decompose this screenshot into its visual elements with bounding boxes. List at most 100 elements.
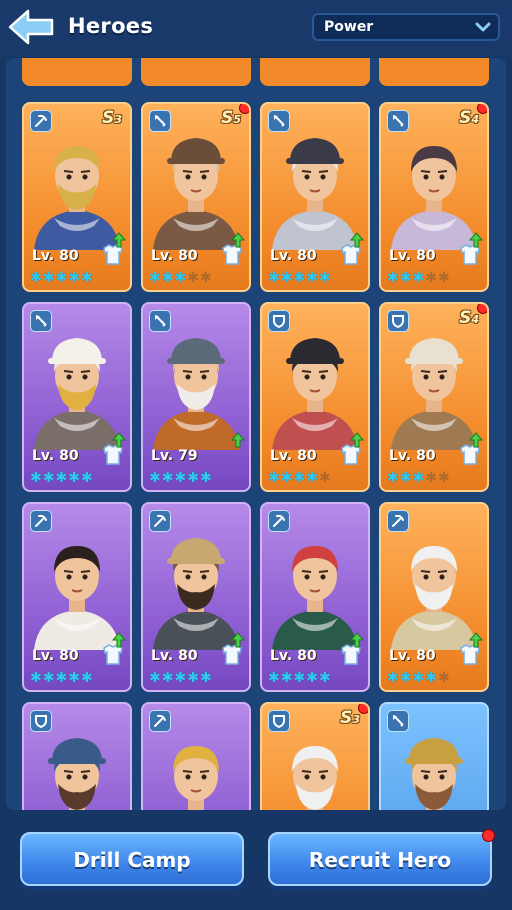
upgrade-arrow-icon [469,432,483,448]
bow-icon [30,310,52,332]
star-icon: ✱ [68,470,80,486]
star-icon: ✱ [437,270,450,286]
hero-card[interactable]: Lv. 80 ✱ ✱ ✱ ✱ ✱ [22,502,132,692]
upgrade-arrow-icon [112,432,126,448]
star-icon: ✱ [268,670,280,686]
star-icon: ✱ [268,270,280,286]
pickaxe-icon [30,110,52,132]
star-icon: ✱ [293,270,306,286]
star-icon: ✱ [187,670,199,686]
star-icon: ✱ [161,470,174,486]
hero-portrait [143,122,249,250]
star-icon: ✱ [268,470,280,486]
hero-card[interactable]: Lv. 80 ✱ ✱ ✱ ✱ ✱ [260,302,370,492]
star-icon: ✱ [199,270,212,286]
hero-level: Lv. 80 [389,448,436,464]
star-rating: ✱ ✱ ✱ ✱ ✱ [387,470,450,486]
drill-camp-button[interactable]: Drill Camp [20,832,244,886]
star-icon: ✱ [425,470,437,486]
upgrade-arrow-icon [231,432,245,448]
star-icon: ✱ [318,470,331,486]
hero-portrait [381,522,487,650]
upgrade-arrow-icon [469,232,483,248]
star-icon: ✱ [412,470,425,486]
star-icon: ✱ [318,270,331,286]
star-icon: ✱ [437,470,450,486]
star-icon: ✱ [318,670,331,686]
star-icon: ✱ [80,270,93,286]
hero-portrait [143,322,249,450]
hero-card[interactable]: S3 [260,702,370,810]
top-bar: Heroes Power [0,0,512,56]
tier-badge: S3 [340,708,360,728]
pickaxe-icon [149,510,171,532]
upgrade-arrow-icon [350,632,364,648]
star-icon: ✱ [30,470,42,486]
hero-card[interactable]: Lv. 80 ✱ ✱ ✱ ✱ ✱ [22,302,132,492]
hero-level: Lv. 79 [151,448,198,464]
pickaxe-icon [387,510,409,532]
star-icon: ✱ [387,670,399,686]
star-icon: ✱ [306,470,318,486]
hero-portrait [381,722,487,810]
star-icon: ✱ [399,470,412,486]
star-rating: ✱ ✱ ✱ ✱ ✱ [268,270,331,286]
drill-camp-label: Drill Camp [73,848,191,872]
hero-card[interactable]: S4 Lv. 80 ✱ ✱ ✱ ✱ ✱ [379,102,489,292]
hero-portrait [262,522,368,650]
hero-card[interactable] [141,702,251,810]
star-icon: ✱ [149,270,161,286]
star-rating: ✱ ✱ ✱ ✱ ✱ [149,670,212,686]
bow-icon [387,110,409,132]
star-icon: ✱ [293,670,306,686]
hero-card[interactable]: S3 Lv. 80 ✱ ✱ ✱ ✱ ✱ [22,102,132,292]
tier-badge: S5 [221,108,241,128]
star-icon: ✱ [437,670,450,686]
star-icon: ✱ [30,670,42,686]
star-icon: ✱ [425,270,437,286]
hero-card[interactable]: S4 Lv. 80 ✱ ✱ ✱ ✱ ✱ [379,302,489,492]
star-icon: ✱ [280,670,293,686]
star-icon: ✱ [42,270,55,286]
hero-level: Lv. 80 [389,648,436,664]
hero-card[interactable]: Lv. 79 ✱ ✱ ✱ ✱ ✱ [141,302,251,492]
star-icon: ✱ [174,270,187,286]
star-icon: ✱ [149,470,161,486]
shield-icon [268,710,290,732]
upgrade-arrow-icon [350,232,364,248]
recruit-hero-button[interactable]: Recruit Hero [268,829,495,886]
hero-card[interactable] [22,702,132,810]
upgrade-arrow-icon [469,632,483,648]
sort-dropdown-label: Power [324,19,374,35]
star-icon: ✱ [42,670,55,686]
hero-card[interactable]: S5 Lv. 80 ✱ ✱ ✱ ✱ ✱ [141,102,251,292]
star-icon: ✱ [30,270,42,286]
star-icon: ✱ [280,470,293,486]
star-icon: ✱ [387,270,399,286]
hero-portrait [262,722,368,810]
star-rating: ✱ ✱ ✱ ✱ ✱ [268,670,331,686]
hero-card[interactable]: Lv. 80 ✱ ✱ ✱ ✱ ✱ [141,502,251,692]
sort-dropdown[interactable]: Power [312,13,500,41]
hero-card[interactable]: Lv. 80 ✱ ✱ ✱ ✱ ✱ [260,102,370,292]
star-icon: ✱ [187,470,199,486]
hero-portrait [24,322,130,450]
notification-dot [358,704,368,714]
back-arrow-icon[interactable] [6,8,56,46]
star-icon: ✱ [174,670,187,686]
hero-level: Lv. 80 [151,248,198,264]
recruit-hero-label: Recruit Hero [308,848,452,872]
hero-card[interactable] [379,702,489,810]
hero-portrait [262,322,368,450]
hero-card[interactable]: Lv. 80 ✱ ✱ ✱ ✱ ✱ [260,502,370,692]
star-icon: ✱ [399,670,412,686]
hero-level: Lv. 80 [32,248,79,264]
star-rating: ✱ ✱ ✱ ✱ ✱ [268,470,331,486]
bow-icon [268,110,290,132]
star-icon: ✱ [187,270,199,286]
upgrade-arrow-icon [231,232,245,248]
hero-card[interactable]: Lv. 80 ✱ ✱ ✱ ✱ ✱ [379,502,489,692]
hero-level: Lv. 80 [270,648,317,664]
hero-portrait [24,522,130,650]
star-icon: ✱ [199,670,212,686]
